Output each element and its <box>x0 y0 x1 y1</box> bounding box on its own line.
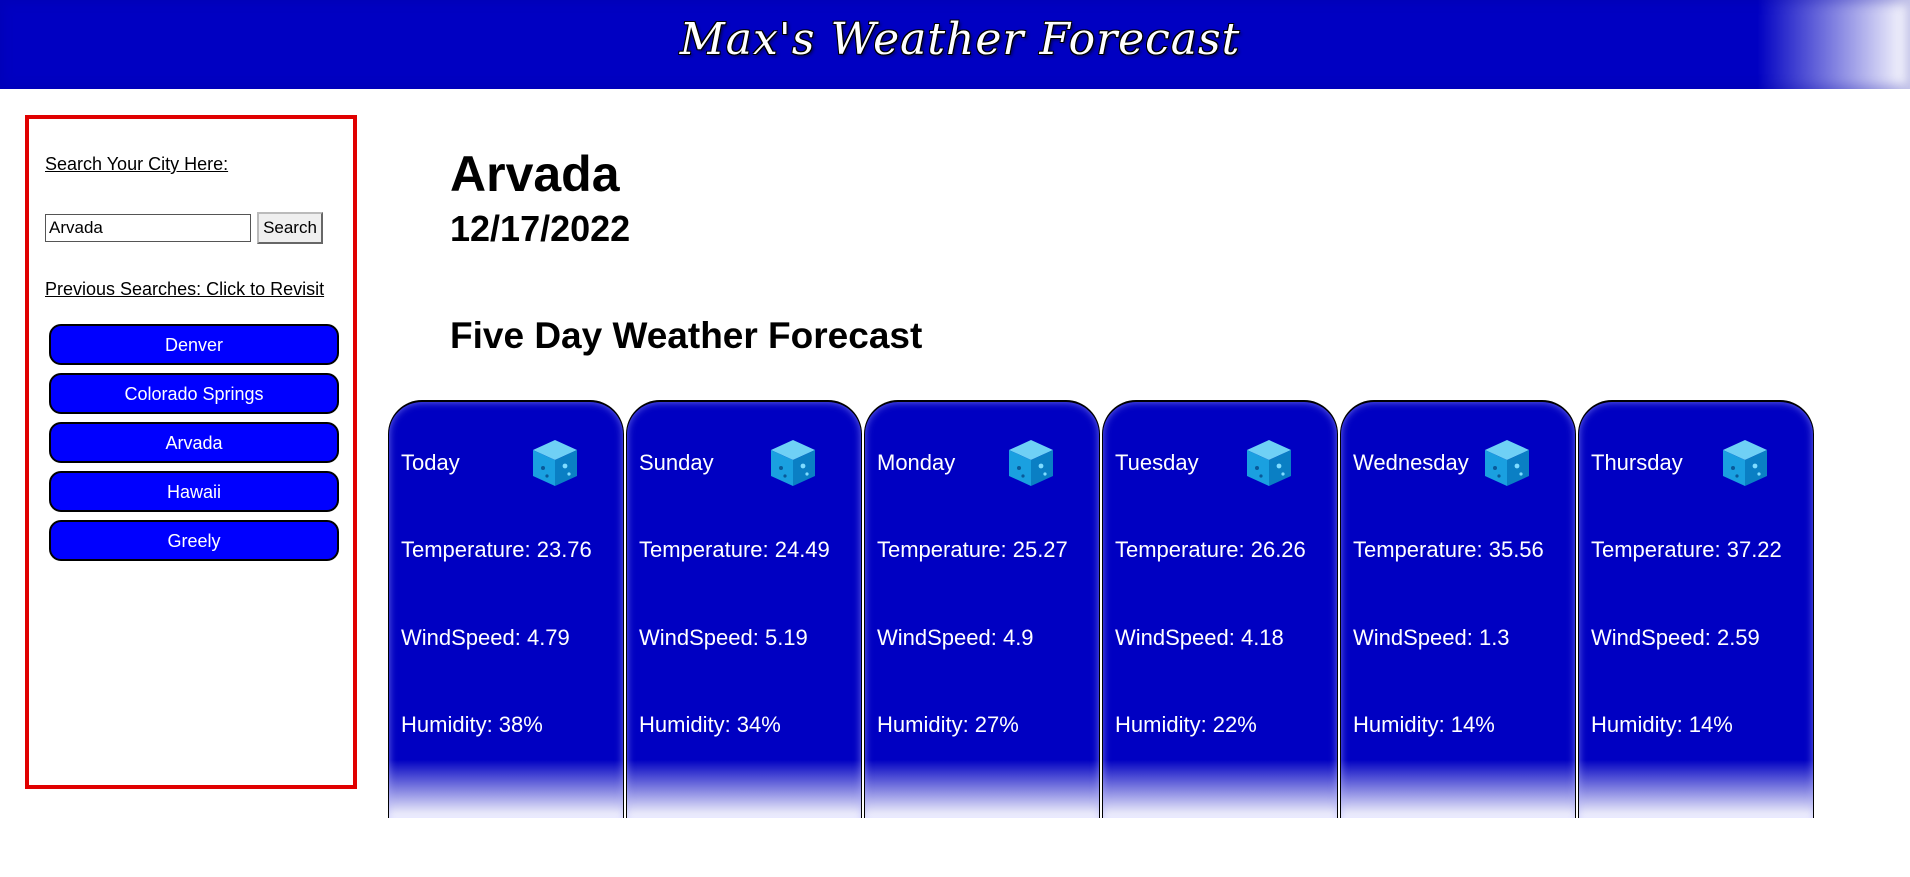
history-button-denver[interactable]: Denver <box>49 324 339 365</box>
forecast-temperature: Temperature: 35.56 <box>1353 537 1544 562</box>
forecast-humidity: Humidity: 38% <box>401 712 543 737</box>
forecast-card-today: Today Temperature: 23.76 WindSpeed: 4.79… <box>388 400 624 818</box>
search-sidebar: Search Your City Here: Search Previous S… <box>25 115 357 789</box>
forecast-humidity: Humidity: 14% <box>1353 712 1495 737</box>
forecast-cards: Today Temperature: 23.76 WindSpeed: 4.79… <box>388 400 1816 818</box>
page-title: Max's Weather Forecast <box>679 14 1241 65</box>
forecast-temperature: Temperature: 23.76 <box>401 537 592 562</box>
forecast-windspeed: WindSpeed: 2.59 <box>1591 625 1760 650</box>
header-banner: Max's Weather Forecast <box>0 0 1910 89</box>
forecast-temperature: Temperature: 24.49 <box>639 537 830 562</box>
forecast-card-wednesday: Wednesday Temperature: 35.56 WindSpeed: … <box>1340 400 1576 818</box>
forecast-windspeed: WindSpeed: 1.3 <box>1353 625 1510 650</box>
snow-cube-icon <box>1485 440 1529 486</box>
forecast-windspeed: WindSpeed: 4.79 <box>401 625 570 650</box>
forecast-windspeed: WindSpeed: 5.19 <box>639 625 808 650</box>
forecast-day-label: Monday <box>877 450 956 475</box>
forecast-temperature: Temperature: 37.22 <box>1591 537 1782 562</box>
forecast-card-monday: Monday Temperature: 25.27 WindSpeed: 4.9… <box>864 400 1100 818</box>
forecast-card-tuesday: Tuesday Temperature: 26.26 WindSpeed: 4.… <box>1102 400 1338 818</box>
forecast-humidity: Humidity: 27% <box>877 712 1019 737</box>
forecast-windspeed: WindSpeed: 4.9 <box>877 625 1034 650</box>
forecast-day-label: Today <box>401 450 460 475</box>
forecast-humidity: Humidity: 22% <box>1115 712 1257 737</box>
search-label: Search Your City Here: <box>45 154 229 174</box>
snow-cube-icon <box>1009 440 1053 486</box>
forecast-card-sunday: Sunday Temperature: 24.49 WindSpeed: 5.1… <box>626 400 862 818</box>
search-history-list: Denver Colorado Springs Arvada Hawaii Gr… <box>49 324 339 569</box>
forecast-humidity: Humidity: 14% <box>1591 712 1733 737</box>
forecast-day-label: Sunday <box>639 450 714 475</box>
forecast-day-label: Thursday <box>1591 450 1683 475</box>
history-button-colorado-springs[interactable]: Colorado Springs <box>49 373 339 414</box>
forecast-temperature: Temperature: 25.27 <box>877 537 1068 562</box>
current-city-name: Arvada <box>450 146 620 202</box>
snow-cube-icon <box>1247 440 1291 486</box>
forecast-day-label: Wednesday <box>1353 450 1469 475</box>
history-button-hawaii[interactable]: Hawaii <box>49 471 339 512</box>
snow-cube-icon <box>533 440 577 486</box>
forecast-card-thursday: Thursday Temperature: 37.22 WindSpeed: 2… <box>1578 400 1814 818</box>
snow-cube-icon <box>1723 440 1767 486</box>
snow-cube-icon <box>771 440 815 486</box>
history-button-arvada[interactable]: Arvada <box>49 422 339 463</box>
history-button-greely[interactable]: Greely <box>49 520 339 561</box>
forecast-humidity: Humidity: 34% <box>639 712 781 737</box>
previous-searches-label: Previous Searches: Click to Revisit <box>45 279 325 299</box>
forecast-day-label: Tuesday <box>1115 450 1199 475</box>
forecast-temperature: Temperature: 26.26 <box>1115 537 1306 562</box>
search-button[interactable]: Search <box>257 212 323 244</box>
search-input[interactable] <box>45 214 251 242</box>
forecast-windspeed: WindSpeed: 4.18 <box>1115 625 1284 650</box>
current-date: 12/17/2022 <box>450 208 631 249</box>
forecast-heading: Five Day Weather Forecast <box>450 315 923 356</box>
